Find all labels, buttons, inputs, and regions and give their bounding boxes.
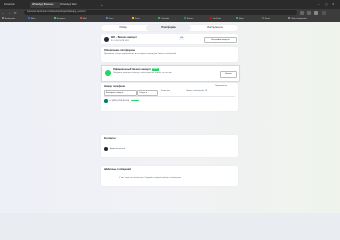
bookmark-label: Mail bbox=[82, 18, 87, 20]
phone-card: Номер телефона Подключено Выберите номер… bbox=[101, 83, 238, 111]
bookmark-favicon-icon bbox=[54, 17, 56, 20]
bookmark-label: Meta bbox=[30, 18, 36, 20]
whatsapp-logo-icon bbox=[105, 70, 111, 76]
bookmark-label: News bbox=[264, 18, 270, 20]
bookmark-favicon-icon bbox=[28, 17, 30, 20]
extension-icon[interactable] bbox=[307, 10, 311, 15]
account-tag: WA bbox=[179, 37, 185, 41]
bookmark-label: Maps bbox=[238, 18, 244, 20]
account-avatar bbox=[104, 36, 109, 42]
promo-card: Официальный бизнес-аккаунт Новое Получит… bbox=[101, 65, 240, 82]
bookmark-label: YouTube bbox=[212, 18, 221, 20]
bookmark-label: Sheets bbox=[186, 18, 194, 20]
account-card: WA – Бизнес-аккаунт ID: 1024 5678 9012 W… bbox=[101, 34, 238, 44]
close-icon[interactable]: ✕ bbox=[332, 1, 335, 7]
templates-title: Шаблоны сообщений bbox=[104, 168, 131, 171]
bookmark-favicon-icon bbox=[262, 17, 264, 20]
menu-icon[interactable] bbox=[322, 10, 326, 15]
forward-icon[interactable]: → bbox=[8, 10, 11, 16]
new-tab-button[interactable]: + bbox=[101, 2, 103, 8]
bookmark-favicon-icon bbox=[158, 17, 160, 20]
top-navigation: Обзор Платформа Инструменты bbox=[101, 25, 238, 31]
templates-empty-text: У вас пока нет шаблонов. Создайте первый… bbox=[119, 177, 182, 179]
promo-title-text: Официальный бизнес-аккаунт bbox=[113, 68, 151, 71]
nav-item-platform[interactable]: Платформа bbox=[146, 25, 191, 31]
bookmark-favicon-icon bbox=[210, 17, 212, 20]
reload-icon[interactable]: ↻ bbox=[14, 10, 17, 16]
phone-title: Номер телефона bbox=[104, 85, 125, 88]
promo-text: Получите зелёную галочку, чтобы клиенты … bbox=[113, 72, 173, 74]
bookmark-label: Calendar bbox=[160, 18, 170, 20]
bookmark-label: Business bbox=[56, 18, 66, 20]
profile-icon[interactable] bbox=[314, 10, 318, 15]
page: Обзор Платформа Инструменты WA – Бизнес-… bbox=[0, 22, 340, 213]
extension-icon[interactable] bbox=[300, 10, 304, 15]
account-settings-button[interactable]: Настройки аккаунта bbox=[204, 36, 237, 44]
nav-item-overview[interactable]: Обзор bbox=[103, 25, 143, 31]
notice-card: Обновление платформы Проверьте статус по… bbox=[101, 47, 238, 62]
bookmark-label: Drive bbox=[134, 18, 140, 20]
status-value: Статус bbox=[139, 91, 146, 94]
maximize-icon[interactable]: ▢ bbox=[325, 1, 328, 7]
tab-label: Facebook bbox=[4, 2, 15, 6]
notice-title: Обновление платформы bbox=[104, 49, 135, 52]
contact-avatar bbox=[104, 147, 108, 151]
chevron-down-icon: ▾ bbox=[145, 91, 147, 94]
bookmark-favicon-icon bbox=[184, 17, 186, 20]
bookmark-favicon-icon bbox=[236, 17, 238, 20]
tab-label: WhatsApp Web bbox=[60, 2, 77, 6]
tab-label: WhatsApp Business bbox=[32, 2, 54, 6]
contact-name: Администратор bbox=[110, 147, 125, 150]
phone-icon bbox=[104, 99, 108, 103]
address-bar[interactable]: business.facebook.com/latest/settings/wh… bbox=[24, 10, 297, 15]
nav-item-tools[interactable]: Инструменты bbox=[194, 25, 236, 31]
bookmark-favicon-icon bbox=[106, 17, 108, 20]
promo-badge: Новое bbox=[151, 68, 159, 71]
bookmark-favicon-icon bbox=[80, 17, 82, 20]
bookmark-favicon-icon bbox=[288, 17, 290, 20]
minimize-icon[interactable]: – bbox=[318, 1, 320, 7]
browser-tab[interactable]: WhatsApp Web bbox=[58, 2, 88, 8]
limit-info: Лимит сообщений: 1K bbox=[186, 90, 208, 92]
browser-toolbar: ← → ↻ business.facebook.com/latest/setti… bbox=[0, 9, 340, 16]
bookmark-label: Docs bbox=[108, 18, 114, 20]
bookmark-label: Other bookmarks bbox=[290, 18, 307, 20]
browser-tab[interactable]: Facebook bbox=[2, 2, 32, 8]
quality-indicator bbox=[131, 100, 139, 102]
account-meta: ID: 1024 5678 9012 bbox=[111, 39, 130, 42]
templates-card: Шаблоны сообщений У вас пока нет шаблоно… bbox=[101, 166, 238, 186]
bookmark-label: Bookmarks bbox=[4, 18, 16, 20]
status-dropdown[interactable]: Статус ▾ bbox=[137, 89, 158, 96]
phone-status: Подключено bbox=[215, 85, 228, 88]
promo-start-button[interactable]: Начать bbox=[220, 71, 237, 78]
phone-select-value: Выберите номер bbox=[106, 91, 122, 94]
bookmark-favicon-icon bbox=[132, 17, 134, 20]
chevron-down-icon: ▾ bbox=[122, 91, 124, 94]
phone-number: +7 (XXX) XXX-XX-XX bbox=[109, 99, 130, 102]
promo-title: Официальный бизнес-аккаунт Новое bbox=[113, 68, 159, 71]
quality-label: Качество bbox=[161, 90, 170, 92]
browser-titlebar: Facebook WhatsApp Business WhatsApp Web … bbox=[0, 0, 340, 9]
browser-tab-active[interactable]: WhatsApp Business bbox=[30, 1, 60, 8]
contacts-title: Контакты bbox=[104, 137, 116, 140]
back-icon[interactable]: ← bbox=[2, 10, 5, 16]
notice-text: Проверьте статус подключения и настройте… bbox=[104, 53, 177, 55]
contacts-card: Контакты Администратор bbox=[101, 135, 238, 157]
bookmark-favicon-icon bbox=[2, 17, 4, 20]
phone-select-dropdown[interactable]: Выберите номер ▾ bbox=[104, 89, 137, 96]
